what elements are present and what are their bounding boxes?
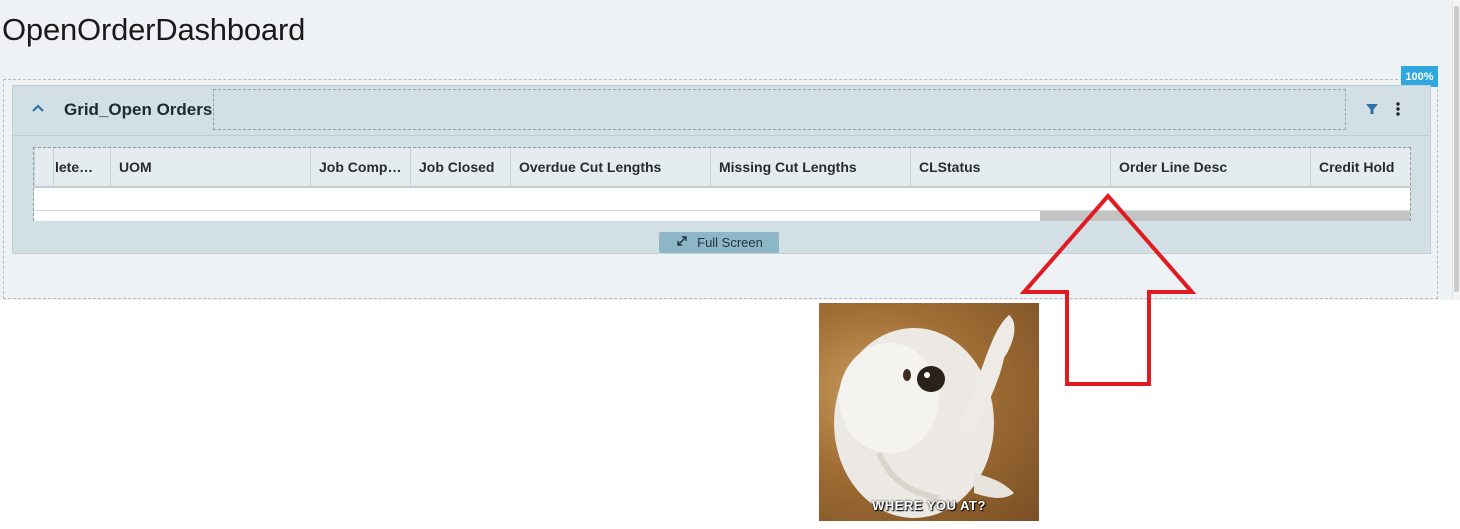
panel-header-drop-area [213,89,1346,130]
column-header[interactable]: UOM [110,148,310,186]
grid-column-selector[interactable] [34,148,53,186]
page-scrollbar[interactable] [1452,0,1460,300]
fluffy-creature-illustration [834,315,1015,518]
grid-horizontal-scrollbar[interactable] [34,210,1410,221]
column-header[interactable]: Job Comp… [310,148,410,186]
more-vertical-icon[interactable] [1393,100,1403,118]
filter-icon[interactable] [1365,102,1379,116]
grid-panel: Grid_Open Orders lete… UOM Job Comp… Job… [12,85,1431,254]
column-header[interactable]: CLStatus [910,148,1110,186]
panel-header-divider [13,135,1430,136]
page-scrollbar-thumb[interactable] [1454,6,1459,292]
column-header[interactable]: Job Closed [410,148,510,186]
zoom-badge: 100% [1401,66,1438,87]
page-title: OpenOrderDashboard [2,12,306,47]
column-header[interactable]: lete… [53,148,110,186]
red-up-arrow-annotation [1019,192,1197,386]
meme-image: WHERE YOU AT? [819,303,1039,521]
column-header[interactable]: Overdue Cut Lengths [510,148,710,186]
panel-title: Grid_Open Orders [64,100,213,119]
full-screen-label: Full Screen [697,235,763,250]
column-header[interactable]: Missing Cut Lengths [710,148,910,186]
meme-caption: WHERE YOU AT? [872,498,986,513]
open-orders-grid: lete… UOM Job Comp… Job Closed Overdue C… [33,147,1411,221]
grid-header: lete… UOM Job Comp… Job Closed Overdue C… [34,148,1410,188]
expand-icon [675,234,689,251]
full-screen-button[interactable]: Full Screen [659,232,779,253]
grid-body [34,188,1410,212]
chevron-up-icon[interactable] [31,101,47,117]
column-header[interactable]: Credit Hold [1310,148,1410,186]
column-header[interactable]: Order Line Desc [1110,148,1310,186]
